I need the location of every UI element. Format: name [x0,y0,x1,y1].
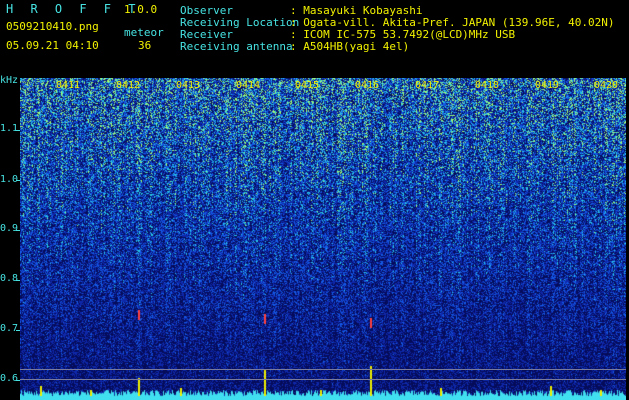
time-label-0420: 0420 [594,80,619,91]
antenna-label: Receiving antenna [180,40,293,53]
time-label-0416: 0416 [355,80,380,91]
y-tick-label-0-9: 0.9 [0,223,18,234]
meteor-count: 36 [138,39,152,52]
time-label-0413: 0413 [176,80,201,91]
app-title: H R O F F T [6,2,141,16]
antenna-value: : A504HB(yagi 4el) [290,40,410,53]
observation-datetime: 05.09.21 04:10 [6,39,99,52]
y-tick-label-0-8: 0.8 [0,273,18,284]
frequency-axis: kHz 1.1 1.0 0.9 0.8 0.7 0.6 [0,75,20,400]
meteor-label: meteor [124,26,164,39]
y-tick-label-1-1: 1.1 [0,123,18,134]
time-label-0418: 0418 [475,80,500,91]
header-panel: H R O F F T 1.0.0 0509210410.png meteor … [0,0,629,78]
reference-line-lower [20,379,626,380]
time-label-0414: 0414 [236,80,261,91]
app-version: 1.0.0 [124,3,158,16]
image-filename: 0509210410.png [6,20,99,33]
reference-line-upper [20,369,626,370]
spectrogram-waterfall [20,78,626,400]
axis-unit-label: kHz [0,75,18,86]
y-tick-label-0-6: 0.6 [0,373,18,384]
time-label-0417: 0417 [415,80,440,91]
time-label-0415: 0415 [295,80,320,91]
y-tick-label-0-7: 0.7 [0,323,18,334]
time-label-0411: 0411 [56,80,81,91]
time-label-0419: 0419 [535,80,560,91]
time-label-0412: 0412 [116,80,141,91]
